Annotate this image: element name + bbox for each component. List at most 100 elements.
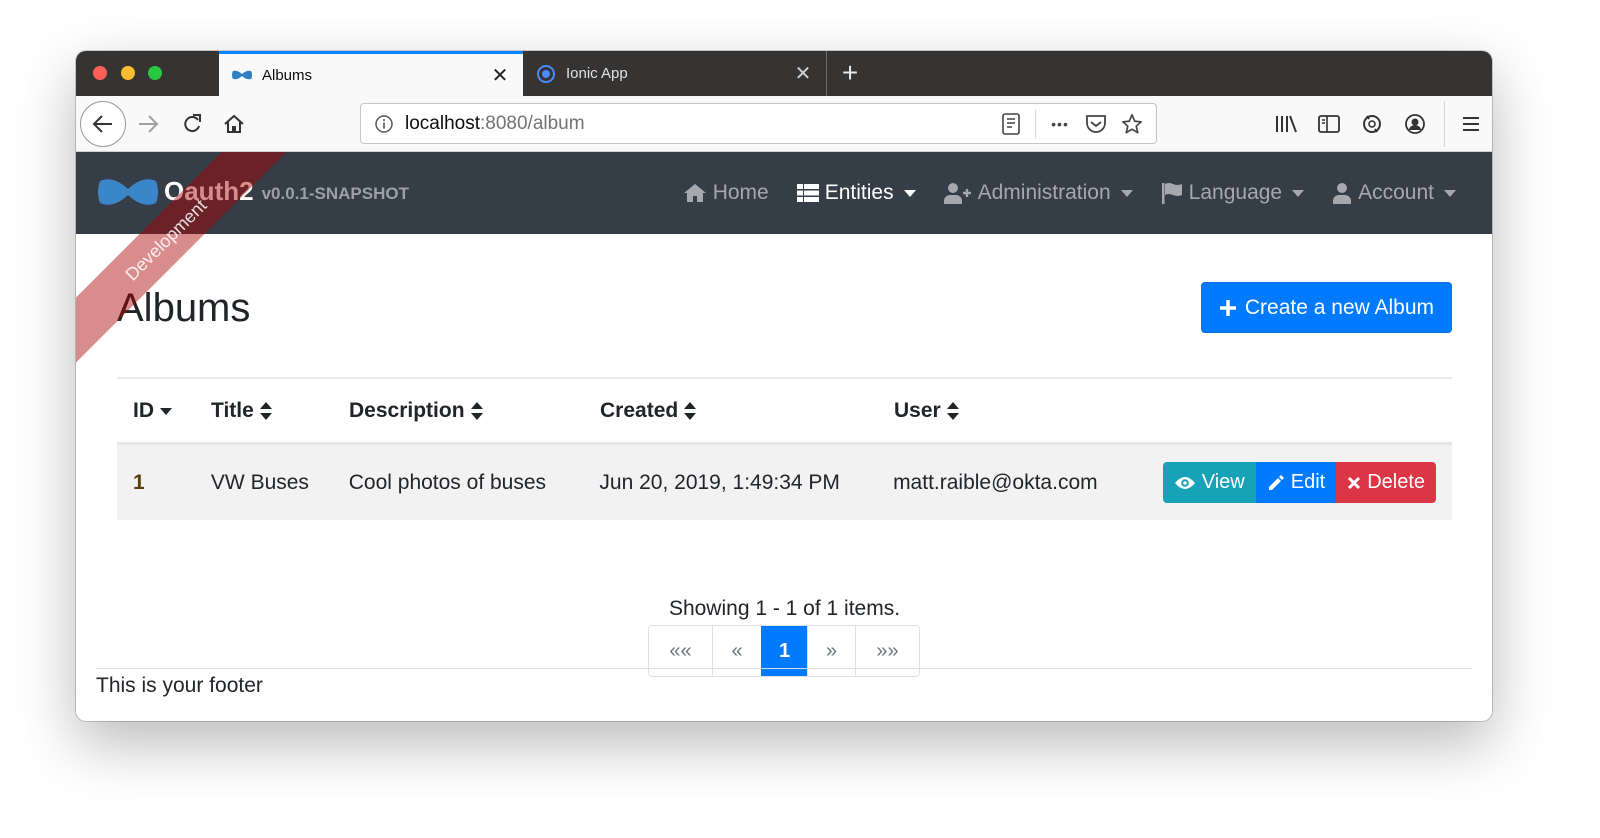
brand-title: Oauth2 bbox=[164, 176, 254, 206]
forward-button[interactable] bbox=[132, 108, 164, 140]
brand-link[interactable]: Oauth2 v0.0.1-SNAPSHOT bbox=[98, 176, 409, 207]
column-label: Title bbox=[211, 398, 254, 422]
arrow-right-icon bbox=[139, 115, 159, 133]
view-button[interactable]: View bbox=[1162, 462, 1256, 503]
view-label: View bbox=[1201, 471, 1245, 493]
cell-id[interactable]: 1 bbox=[117, 471, 211, 495]
nav-item-home[interactable]: Home bbox=[669, 181, 783, 205]
account-icon[interactable] bbox=[1393, 104, 1436, 144]
times-icon bbox=[1348, 476, 1361, 489]
sort-icon bbox=[259, 401, 272, 420]
cell-description: Cool photos of buses bbox=[348, 470, 547, 494]
delete-button[interactable]: Delete bbox=[1336, 462, 1437, 503]
info-icon[interactable] bbox=[373, 113, 395, 135]
sort-icon bbox=[470, 401, 483, 420]
column-label: Created bbox=[600, 398, 679, 422]
url-path: :8080/album bbox=[480, 112, 585, 134]
cell-user: matt.raible@okta.com bbox=[893, 470, 1098, 494]
reload-icon bbox=[184, 114, 201, 133]
sync-icon[interactable] bbox=[1350, 104, 1393, 144]
close-window-button[interactable] bbox=[93, 66, 107, 80]
browser-window: Albums ✕ Ionic App ✕ + localhost:8080/al… bbox=[76, 51, 1492, 721]
app-navbar: Oauth2 v0.0.1-SNAPSHOT Home Entities Adm… bbox=[76, 152, 1492, 234]
browser-toolbar: localhost:8080/album ••• bbox=[76, 96, 1492, 152]
pocket-icon[interactable] bbox=[1078, 106, 1114, 142]
hamburger-menu-icon[interactable] bbox=[1449, 104, 1492, 144]
pagination-summary: Showing 1 - 1 of 1 items. bbox=[668, 597, 901, 620]
sort-desc-icon bbox=[160, 407, 172, 415]
flag-icon bbox=[1161, 182, 1183, 204]
more-actions-icon[interactable]: ••• bbox=[1042, 106, 1078, 142]
back-button[interactable] bbox=[80, 101, 126, 147]
create-album-label: Create a new Album bbox=[1244, 295, 1434, 319]
delete-label: Delete bbox=[1367, 471, 1426, 493]
sort-icon bbox=[946, 401, 959, 420]
bowtie-icon bbox=[232, 65, 252, 85]
bowtie-logo-icon bbox=[98, 178, 158, 205]
table-header: ID Title Description Created User bbox=[117, 379, 1452, 445]
table-row: 1 VW Buses Cool photos of buses Jun 20, … bbox=[117, 445, 1452, 520]
tab-ionic-app[interactable]: Ionic App ✕ bbox=[523, 51, 827, 96]
column-header-title[interactable]: Title bbox=[211, 399, 349, 423]
bookmark-star-icon[interactable] bbox=[1114, 106, 1150, 142]
tab-title: Ionic App bbox=[566, 65, 628, 82]
nav-item-language[interactable]: Language bbox=[1147, 181, 1318, 205]
nav-item-label: Home bbox=[712, 181, 769, 204]
separator bbox=[1035, 109, 1036, 138]
url-text[interactable]: localhost:8080/album bbox=[405, 113, 993, 135]
plus-icon bbox=[1219, 299, 1236, 316]
cell-created: Jun 20, 2019, 1:49:34 PM bbox=[599, 470, 840, 494]
brand-version: v0.0.1-SNAPSHOT bbox=[261, 183, 409, 203]
column-label: Description bbox=[349, 398, 465, 422]
tab-albums[interactable]: Albums ✕ bbox=[219, 51, 523, 96]
footer: This is your footer bbox=[96, 668, 1472, 698]
nav-item-administration[interactable]: Administration bbox=[930, 181, 1147, 205]
edit-button[interactable]: Edit bbox=[1255, 462, 1337, 503]
address-bar[interactable]: localhost:8080/album ••• bbox=[360, 103, 1157, 144]
caret-down-icon bbox=[1120, 189, 1133, 197]
library-icon[interactable] bbox=[1264, 104, 1307, 144]
column-header-created[interactable]: Created bbox=[600, 399, 894, 423]
column-header-id[interactable]: ID bbox=[117, 399, 211, 423]
nav-item-label: Administration bbox=[977, 181, 1111, 204]
reload-button[interactable] bbox=[176, 108, 208, 140]
maximize-window-button[interactable] bbox=[148, 66, 162, 80]
home-icon bbox=[224, 114, 244, 133]
nav-item-label: Entities bbox=[824, 181, 894, 204]
sidebar-icon[interactable] bbox=[1307, 104, 1350, 144]
caret-down-icon bbox=[1444, 189, 1456, 197]
new-tab-button[interactable]: + bbox=[836, 57, 864, 89]
column-label: ID bbox=[133, 398, 154, 422]
cell-title: VW Buses bbox=[210, 470, 309, 494]
sort-icon bbox=[684, 401, 697, 420]
ionic-icon bbox=[536, 64, 556, 84]
th-list-icon bbox=[796, 183, 819, 203]
arrow-left-icon bbox=[92, 115, 112, 133]
minimize-window-button[interactable] bbox=[121, 66, 135, 80]
column-header-description[interactable]: Description bbox=[349, 399, 600, 423]
nav-item-label: Language bbox=[1188, 181, 1283, 204]
separator bbox=[1444, 101, 1445, 147]
close-tab-icon[interactable]: ✕ bbox=[485, 63, 515, 88]
reader-view-icon[interactable] bbox=[993, 106, 1029, 142]
create-album-button[interactable]: Create a new Album bbox=[1200, 282, 1452, 333]
page-title: Albums bbox=[117, 286, 251, 330]
nav-menu: Home Entities Administration Language Ac… bbox=[669, 152, 1470, 234]
footer-text: This is your footer bbox=[96, 674, 263, 697]
edit-label: Edit bbox=[1290, 471, 1326, 493]
albums-table: ID Title Description Created User 1 VW B… bbox=[117, 377, 1452, 520]
home-button[interactable] bbox=[218, 108, 250, 140]
row-actions: View Edit Delete bbox=[1162, 462, 1437, 503]
tab-title: Albums bbox=[262, 66, 313, 84]
caret-down-icon bbox=[1292, 189, 1305, 197]
column-header-user[interactable]: User bbox=[894, 399, 1164, 423]
eye-icon bbox=[1174, 476, 1195, 489]
tab-strip: Albums ✕ Ionic App ✕ + bbox=[76, 51, 1492, 96]
close-tab-icon[interactable]: ✕ bbox=[788, 61, 818, 86]
nav-item-label: Account bbox=[1358, 181, 1434, 204]
url-host: localhost bbox=[405, 112, 480, 134]
home-icon bbox=[683, 183, 707, 203]
user-plus-icon bbox=[943, 182, 972, 204]
nav-item-account[interactable]: Account bbox=[1318, 181, 1470, 205]
nav-item-entities[interactable]: Entities bbox=[783, 181, 930, 205]
